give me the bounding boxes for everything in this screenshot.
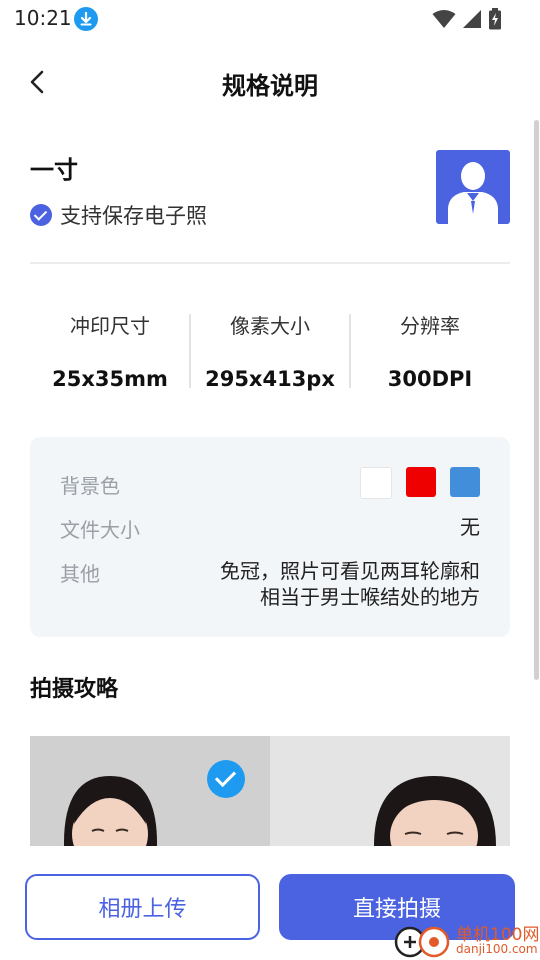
file-size-value: 无 [460,515,480,539]
file-size-label: 文件大小 [60,518,140,542]
wifi-icon [432,9,456,33]
check-circle-icon [30,204,52,226]
example-photo-incorrect [270,736,510,846]
spec-value: 295x413px [205,367,335,391]
id-photo-avatar [436,150,510,224]
section-title: 拍摄攻略 [30,677,119,702]
header: 规格说明 [0,50,540,114]
swatch-blue[interactable] [450,467,480,497]
spec-resolution: 分辨率 300DPI [350,300,510,391]
other-value: 免冠，照片可看见两耳轮廓和 相当于男士喉结处的地方 [220,558,480,610]
battery-icon [488,8,502,34]
watermark-logo-icon [394,926,450,958]
download-icon [74,7,98,31]
background-color-label: 背景色 [60,474,120,498]
info-card: 背景色 文件大小 无 其他 免冠，照片可看见两耳轮廓和 相当于男士喉结处的地方 [30,437,510,637]
swatch-white[interactable] [360,467,392,499]
spec-label: 像素大小 [230,314,310,338]
woman-portrait-image [374,776,496,846]
signal-icon [462,9,482,33]
divider [30,262,510,264]
spec-value: 300DPI [387,367,473,391]
spec-label: 分辨率 [400,314,460,338]
site-watermark: 单机100网 danji100.com [392,918,540,960]
other-label: 其他 [60,562,100,586]
example-photo-correct [30,736,270,846]
other-value-line: 相当于男士喉结处的地方 [260,585,480,609]
album-upload-button[interactable]: 相册上传 [25,874,260,940]
spec-page: 10:21 规格说明 一寸 支持保存电子照 冲印尺寸 25x35mm 像素大小 … [0,0,540,960]
support-text: 支持保存电子照 [60,204,207,228]
size-name: 一寸 [30,156,78,184]
swatch-red[interactable] [406,467,436,497]
support-row: 支持保存电子照 [30,200,207,230]
spec-table: 冲印尺寸 25x35mm 像素大小 295x413px 分辨率 300DPI [30,300,510,400]
status-bar: 10:21 [0,0,540,40]
spec-pixel-size: 像素大小 295x413px [190,300,350,391]
check-circle-icon [207,760,245,798]
page-title: 规格说明 [222,72,318,100]
person-icon [448,162,498,224]
status-time: 10:21 [14,6,72,30]
spec-print-size: 冲印尺寸 25x35mm [30,300,190,391]
spec-value: 25x35mm [52,367,168,391]
example-photos [30,736,510,846]
status-icons [432,8,502,34]
watermark-url: danji100.com [456,942,538,956]
scrollbar[interactable] [534,120,539,680]
spec-label: 冲印尺寸 [70,314,150,338]
background-swatches [360,467,480,499]
other-value-line: 免冠，照片可看见两耳轮廓和 [220,559,480,583]
